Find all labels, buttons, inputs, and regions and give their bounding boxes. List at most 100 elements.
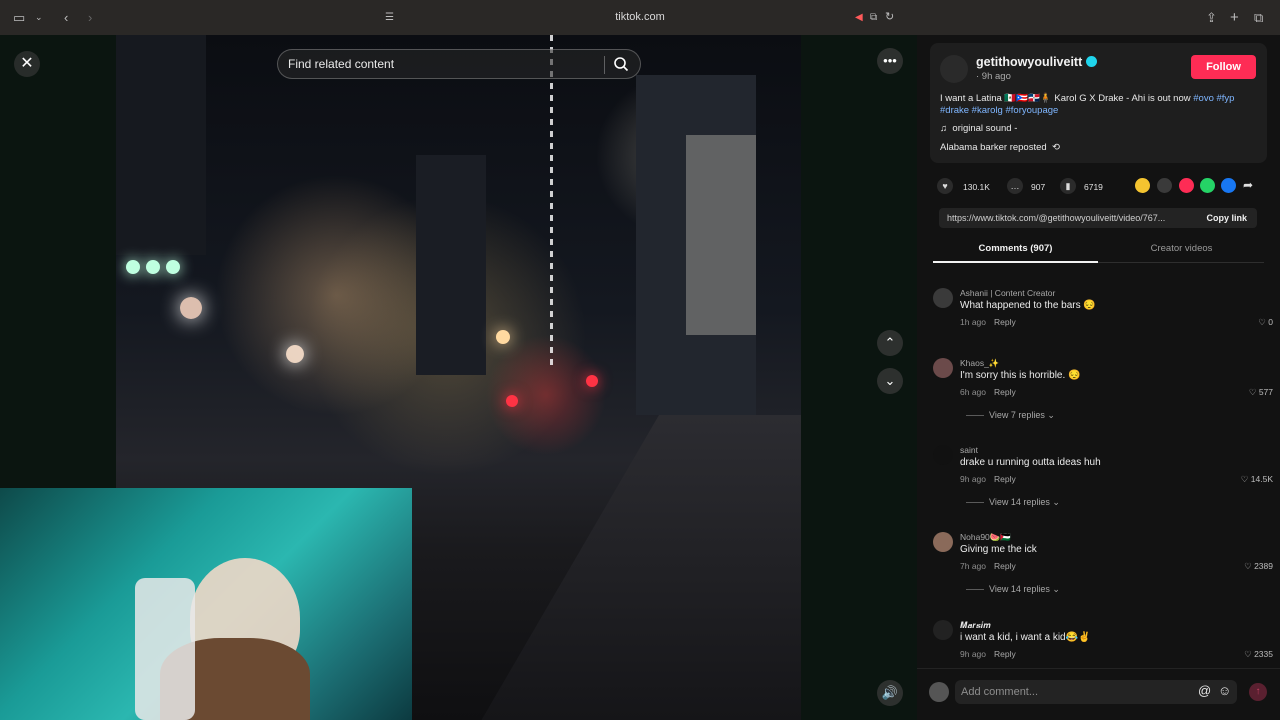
comment-author[interactable]: 𝑴𝒂𝒓𝒔𝒊𝒎 [960,620,991,631]
new-tab-icon[interactable]: + [1230,9,1239,26]
avatar[interactable] [933,358,953,378]
reply-button[interactable]: Reply [994,561,1016,571]
reply-button[interactable]: Reply [994,317,1016,327]
search-icon[interactable] [613,56,629,72]
view-replies-label[interactable]: View 7 replies [989,410,1045,420]
whatsapp-icon[interactable] [1200,178,1215,193]
translate-icon[interactable]: ⧉ [870,9,877,26]
bookmark-icon[interactable]: ▮ [1060,178,1076,194]
emoji-icon[interactable]: ☺ [1218,683,1231,699]
avatar[interactable] [933,620,953,640]
comment-meta: 9h ago Reply [960,474,1016,484]
comment-like[interactable]: ♡ 2335 [1244,649,1273,660]
comment-text: What happened to the bars 😔 [960,300,1096,311]
related-search-input[interactable] [278,57,598,71]
comment-meta: 9h ago Reply [960,649,1016,659]
mention-icon[interactable]: @ [1198,683,1211,699]
comment-time: 7h ago [960,561,986,571]
repost-label[interactable]: Alabama barker reposted [940,142,1047,153]
close-button[interactable]: ✕ [14,51,40,77]
comment-author[interactable]: saint [960,445,978,455]
view-replies[interactable]: View 7 replies ⌄ [966,410,1055,421]
related-search [277,49,641,79]
comment-time: 6h ago [960,387,986,397]
author-card: getithowyouliveitt · 9h ago Follow I wan… [930,43,1267,163]
browser-toolbar: ▭ ⌄ ‹ › ☰ tiktok.com ◀ ⧉ ↻ ⇪ + ⧉ [0,0,1280,35]
repost-share-icon[interactable] [1135,178,1150,193]
reply-button[interactable]: Reply [994,387,1016,397]
chevron-down-icon: ⌄ [1047,410,1055,420]
comment-author[interactable]: Ashanii | Content Creator [960,288,1055,298]
facebook-icon[interactable] [1221,178,1236,193]
avatar[interactable] [933,288,953,308]
send-icon[interactable] [1179,178,1194,193]
description-text: I want a Latina 🇲🇽🇵🇷🇩🇴🧍 Karol G X Drake … [940,93,1191,104]
like-icon[interactable]: ♥ [937,178,953,194]
embed-icon[interactable] [1157,178,1172,193]
avatar[interactable] [933,445,953,465]
tab-bar: Comments (907) Creator videos [933,243,1264,263]
volume-icon[interactable]: 🔊 [877,680,903,706]
comment-meta: 1h ago Reply [960,317,1016,327]
share-link-box: https://www.tiktok.com/@getithowyoulivei… [939,208,1257,228]
audio-icon[interactable]: ◀ [855,9,863,26]
comment-text: i want a kid, i want a kid😂✌️ [960,632,1091,643]
view-replies[interactable]: View 14 replies ⌄ [966,584,1060,595]
comment-like[interactable]: ♡ 0 [1258,317,1273,328]
comment-like-count: 14.5K [1250,474,1273,484]
sound-label[interactable]: original sound - [952,123,1017,134]
comment-text: drake u running outta ideas huh [960,457,1101,468]
copy-link-button[interactable]: Copy link [1206,213,1247,223]
comment-time: 9h ago [960,474,986,484]
comment-like[interactable]: ♡ 2389 [1244,561,1273,572]
comment-input[interactable] [955,680,1237,704]
comment-like-count: 0 [1268,317,1273,327]
verified-icon [1086,56,1097,67]
comment-meta: 7h ago Reply [960,561,1016,571]
share-link[interactable]: https://www.tiktok.com/@getithowyoulivei… [947,213,1192,223]
save-count: 6719 [1084,182,1103,192]
comment-text: Giving me the ick [960,544,1037,555]
post-time: · 9h ago [976,71,1011,82]
avatar[interactable] [940,55,968,83]
comment-count: 907 [1031,182,1046,192]
comment-author[interactable]: Khaos_✨ [960,358,999,369]
webcam-overlay [0,488,412,720]
chevron-down-icon: ⌄ [1052,584,1060,594]
follow-button[interactable]: Follow [1191,55,1256,79]
author-username[interactable]: getithowyouliveitt [976,55,1082,69]
avatar[interactable] [933,532,953,552]
sound-row[interactable]: ♫ original sound - [940,123,1017,134]
forward-share-icon[interactable]: ➦ [1243,178,1253,192]
address-bar[interactable]: tiktok.com [0,11,1280,23]
view-replies[interactable]: View 14 replies ⌄ [966,497,1060,508]
comment-like[interactable]: ♡ 577 [1249,387,1273,398]
video-description: I want a Latina 🇲🇽🇵🇷🇩🇴🧍 Karol G X Drake … [940,93,1260,117]
repost-row: Alabama barker reposted ⟲ [940,142,1060,153]
repost-icon: ⟲ [1051,142,1060,153]
post-comment-button[interactable]: ↑ [1249,683,1267,701]
engagement-stats: ♥ 130.1K … 907 ▮ 6719 ➦ [937,178,1267,194]
view-replies-label[interactable]: View 14 replies [989,497,1050,507]
chevron-up-icon[interactable]: ⌃ [877,330,903,356]
tab-comments[interactable]: Comments (907) [933,243,1098,263]
reload-icon[interactable]: ↻ [885,9,894,26]
comment-author[interactable]: Noha90🍉🇵🇸 [960,532,1011,543]
like-count: 130.1K [963,182,990,192]
comment-icon[interactable]: … [1007,178,1023,194]
comment-time: 1h ago [960,317,986,327]
more-options-icon[interactable]: ••• [877,48,903,74]
comment-like[interactable]: ♡ 14.5K [1241,474,1273,485]
comment-like-count: 2389 [1254,561,1273,571]
reply-button[interactable]: Reply [994,474,1016,484]
share-icon[interactable]: ⇪ [1206,9,1217,26]
comment-like-count: 577 [1258,387,1273,397]
chevron-down-icon[interactable]: ⌄ [877,368,903,394]
tabs-overview-icon[interactable]: ⧉ [1254,9,1263,26]
reply-button[interactable]: Reply [994,649,1016,659]
comment-composer: @ ☺ ↑ [917,668,1280,720]
view-replies-label[interactable]: View 14 replies [989,584,1050,594]
tab-creator-videos[interactable]: Creator videos [1099,243,1264,254]
chevron-down-icon: ⌄ [1052,497,1060,507]
comment-time: 9h ago [960,649,986,659]
